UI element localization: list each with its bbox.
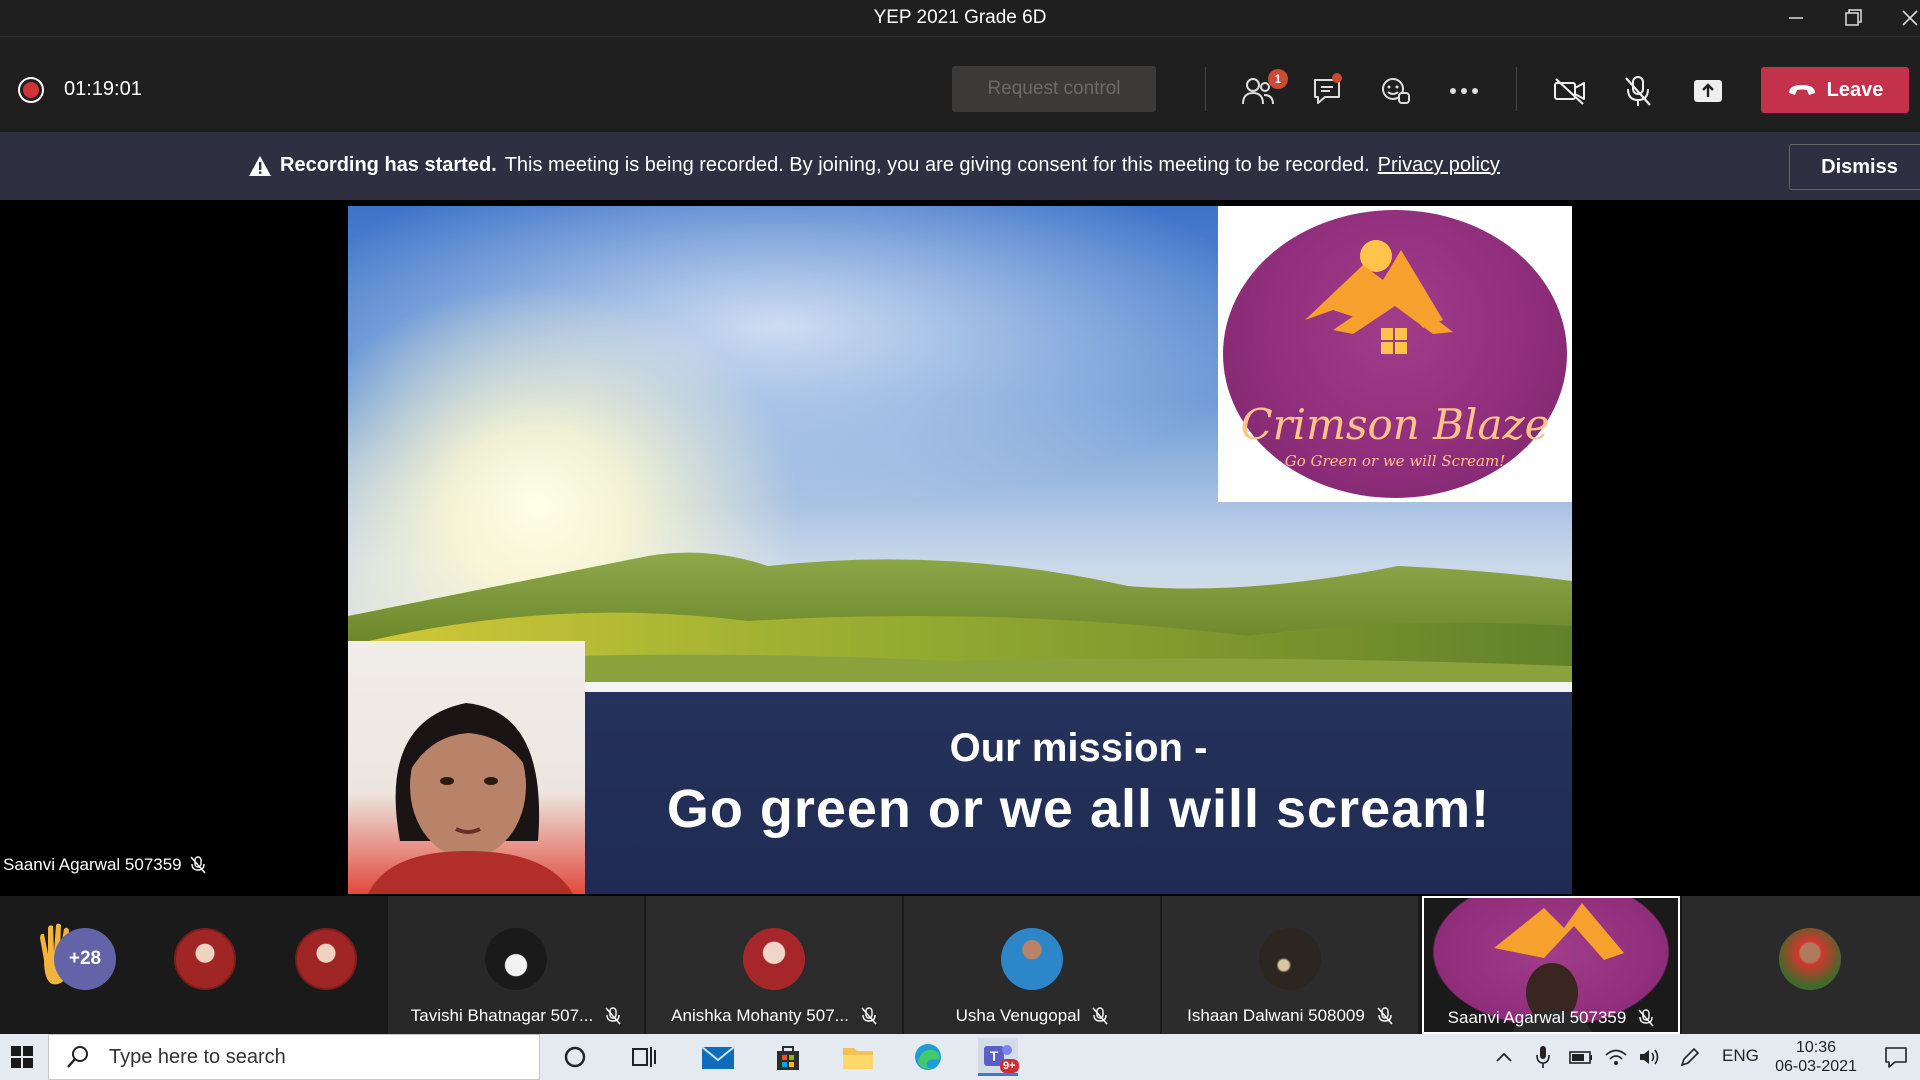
show-hidden-icons-icon[interactable]: [1492, 1038, 1516, 1076]
logo-tagline: Go Green or we will Scream!: [1284, 452, 1506, 470]
task-view-icon[interactable]: [624, 1038, 664, 1076]
participant-name-row: Anishka Mohanty 507...: [646, 1006, 902, 1026]
windows-taskbar: Type here to search T 9+ ENG 10:36 06-03…: [0, 1034, 1920, 1080]
mic-off-icon: [605, 1007, 621, 1025]
reactions-icon[interactable]: [1374, 71, 1418, 111]
recording-title: Recording has started.: [280, 154, 497, 176]
mountain-house-icon: [1305, 240, 1453, 354]
taskbar-search-box[interactable]: Type here to search: [48, 1034, 540, 1080]
recording-icon: [18, 77, 44, 103]
notifications-icon[interactable]: [1876, 1038, 1916, 1076]
mail-icon[interactable]: [698, 1038, 738, 1076]
teams-notification-badge: 9+: [1000, 1059, 1019, 1073]
mission-panel: Our mission - Go green or we all will sc…: [585, 692, 1572, 894]
participant-name: Ishaan Dalwani 508009: [1187, 1006, 1365, 1025]
participant-tile[interactable]: Usha Venugopal: [904, 896, 1160, 1034]
store-icon[interactable]: [768, 1038, 808, 1076]
participant-video-tile[interactable]: Saanvi Agarwal 507359: [1422, 896, 1680, 1034]
participant-avatar[interactable]: [295, 928, 357, 990]
recording-message: Recording has started. This meeting is b…: [248, 154, 1500, 177]
mission-statement: Go green or we all will scream!: [666, 779, 1491, 839]
windows-start-icon[interactable]: [2, 1038, 42, 1076]
toolbar-divider: [1205, 67, 1206, 111]
logo-title: Crimson Blaze: [1240, 400, 1550, 449]
chat-icon[interactable]: [1305, 71, 1349, 111]
participant-name-row: Tavishi Bhatnagar 507...: [388, 1006, 644, 1026]
mic-off-icon: [861, 1007, 877, 1025]
logo-emblem: Crimson Blaze Go Green or we will Scream…: [1223, 210, 1567, 498]
participant-avatar: [1779, 928, 1841, 990]
volume-icon[interactable]: [1636, 1038, 1664, 1076]
warning-icon: [249, 155, 271, 176]
battery-icon[interactable]: [1566, 1038, 1594, 1076]
participant-name-row: Ishaan Dalwani 508009: [1162, 1006, 1418, 1026]
participant-avatar: [1001, 928, 1063, 990]
toolbar-divider: [1516, 67, 1517, 111]
participant-name: Anishka Mohanty 507...: [671, 1006, 849, 1025]
privacy-policy-link[interactable]: Privacy policy: [1378, 154, 1500, 177]
clock-time: 10:36: [1795, 1039, 1837, 1056]
participant-tile[interactable]: Tavishi Bhatnagar 507...: [388, 896, 644, 1034]
close-icon[interactable]: [1886, 0, 1920, 36]
request-control-button[interactable]: Request control: [952, 66, 1156, 112]
svg-text:T: T: [990, 1048, 999, 1064]
presenter-name-label: Saanvi Agarwal 507359: [3, 855, 206, 875]
leave-button[interactable]: Leave: [1761, 67, 1909, 113]
participants-strip: +28 Tavishi Bhatnagar 507... Anishka Moh…: [0, 896, 1920, 1034]
cortana-icon[interactable]: [555, 1038, 595, 1076]
presenter-silhouette: [368, 703, 573, 894]
dismiss-button[interactable]: Dismiss: [1789, 144, 1920, 190]
participant-avatar: [743, 928, 805, 990]
more-options-icon[interactable]: [1442, 71, 1486, 111]
presenter-name: Saanvi Agarwal 507359: [3, 855, 182, 874]
participant-name: Usha Venugopal: [955, 1006, 1081, 1025]
restore-icon[interactable]: [1830, 0, 1878, 36]
participant-name: Tavishi Bhatnagar 507...: [410, 1006, 594, 1025]
participant-name-row: Saanvi Agarwal 507359: [1424, 1008, 1678, 1028]
meeting-timer: 01:19:01: [64, 78, 142, 100]
shared-slide: Crimson Blaze Go Green or we will Scream…: [348, 206, 1572, 894]
overflow-participants-avatar[interactable]: +28: [54, 928, 116, 990]
participant-avatar: [485, 928, 547, 990]
wifi-icon[interactable]: [1602, 1038, 1630, 1076]
participant-tile[interactable]: Anishka Mohanty 507...: [646, 896, 902, 1034]
window-titlebar: YEP 2021 Grade 6D: [0, 0, 1920, 36]
microphone-icon[interactable]: [1530, 1038, 1556, 1076]
file-explorer-icon[interactable]: [838, 1038, 878, 1076]
presenter-video: [348, 641, 585, 894]
language-indicator[interactable]: ENG: [1722, 1046, 1759, 1066]
participant-avatar: [1259, 928, 1321, 990]
pen-icon[interactable]: [1676, 1038, 1704, 1076]
crimson-blaze-logo: Crimson Blaze Go Green or we will Scream…: [1218, 206, 1572, 502]
recording-banner: Recording has started. This meeting is b…: [0, 132, 1920, 200]
participant-name-row: Usha Venugopal: [904, 1006, 1160, 1026]
clock-date: 06-03-2021: [1775, 1058, 1857, 1075]
meeting-stage: Crimson Blaze Go Green or we will Scream…: [0, 200, 1920, 896]
leave-label: Leave: [1826, 78, 1884, 101]
people-badge: 1: [1268, 69, 1288, 89]
participant-tile[interactable]: [1682, 896, 1920, 1034]
mic-off-icon: [1092, 1007, 1108, 1025]
camera-off-icon[interactable]: [1548, 71, 1592, 111]
mic-off-icon: [190, 856, 206, 874]
chat-unread-dot: [1332, 73, 1342, 83]
participant-avatar[interactable]: [174, 928, 236, 990]
search-placeholder: Type here to search: [109, 1045, 286, 1068]
mic-off-icon: [1638, 1009, 1654, 1027]
phone-hangup-icon: [1788, 85, 1815, 95]
slide-divider: [585, 682, 1572, 692]
mission-heading: Our mission -: [949, 726, 1208, 770]
recording-text: This meeting is being recorded. By joini…: [504, 154, 1370, 176]
search-icon: [67, 1046, 88, 1068]
mic-off-icon[interactable]: [1616, 71, 1660, 111]
share-screen-icon[interactable]: [1686, 71, 1730, 111]
minimize-icon[interactable]: [1772, 0, 1820, 36]
mic-off-icon: [1377, 1007, 1393, 1025]
window-title: YEP 2021 Grade 6D: [873, 7, 1047, 28]
edge-browser-icon[interactable]: [908, 1038, 948, 1076]
taskbar-clock[interactable]: 10:36 06-03-2021: [1768, 1038, 1864, 1076]
meeting-toolbar: 01:19:01 Request control 1 Leave: [0, 36, 1920, 132]
participant-tile[interactable]: Ishaan Dalwani 508009: [1162, 896, 1418, 1034]
participant-name: Saanvi Agarwal 507359: [1447, 1008, 1627, 1027]
